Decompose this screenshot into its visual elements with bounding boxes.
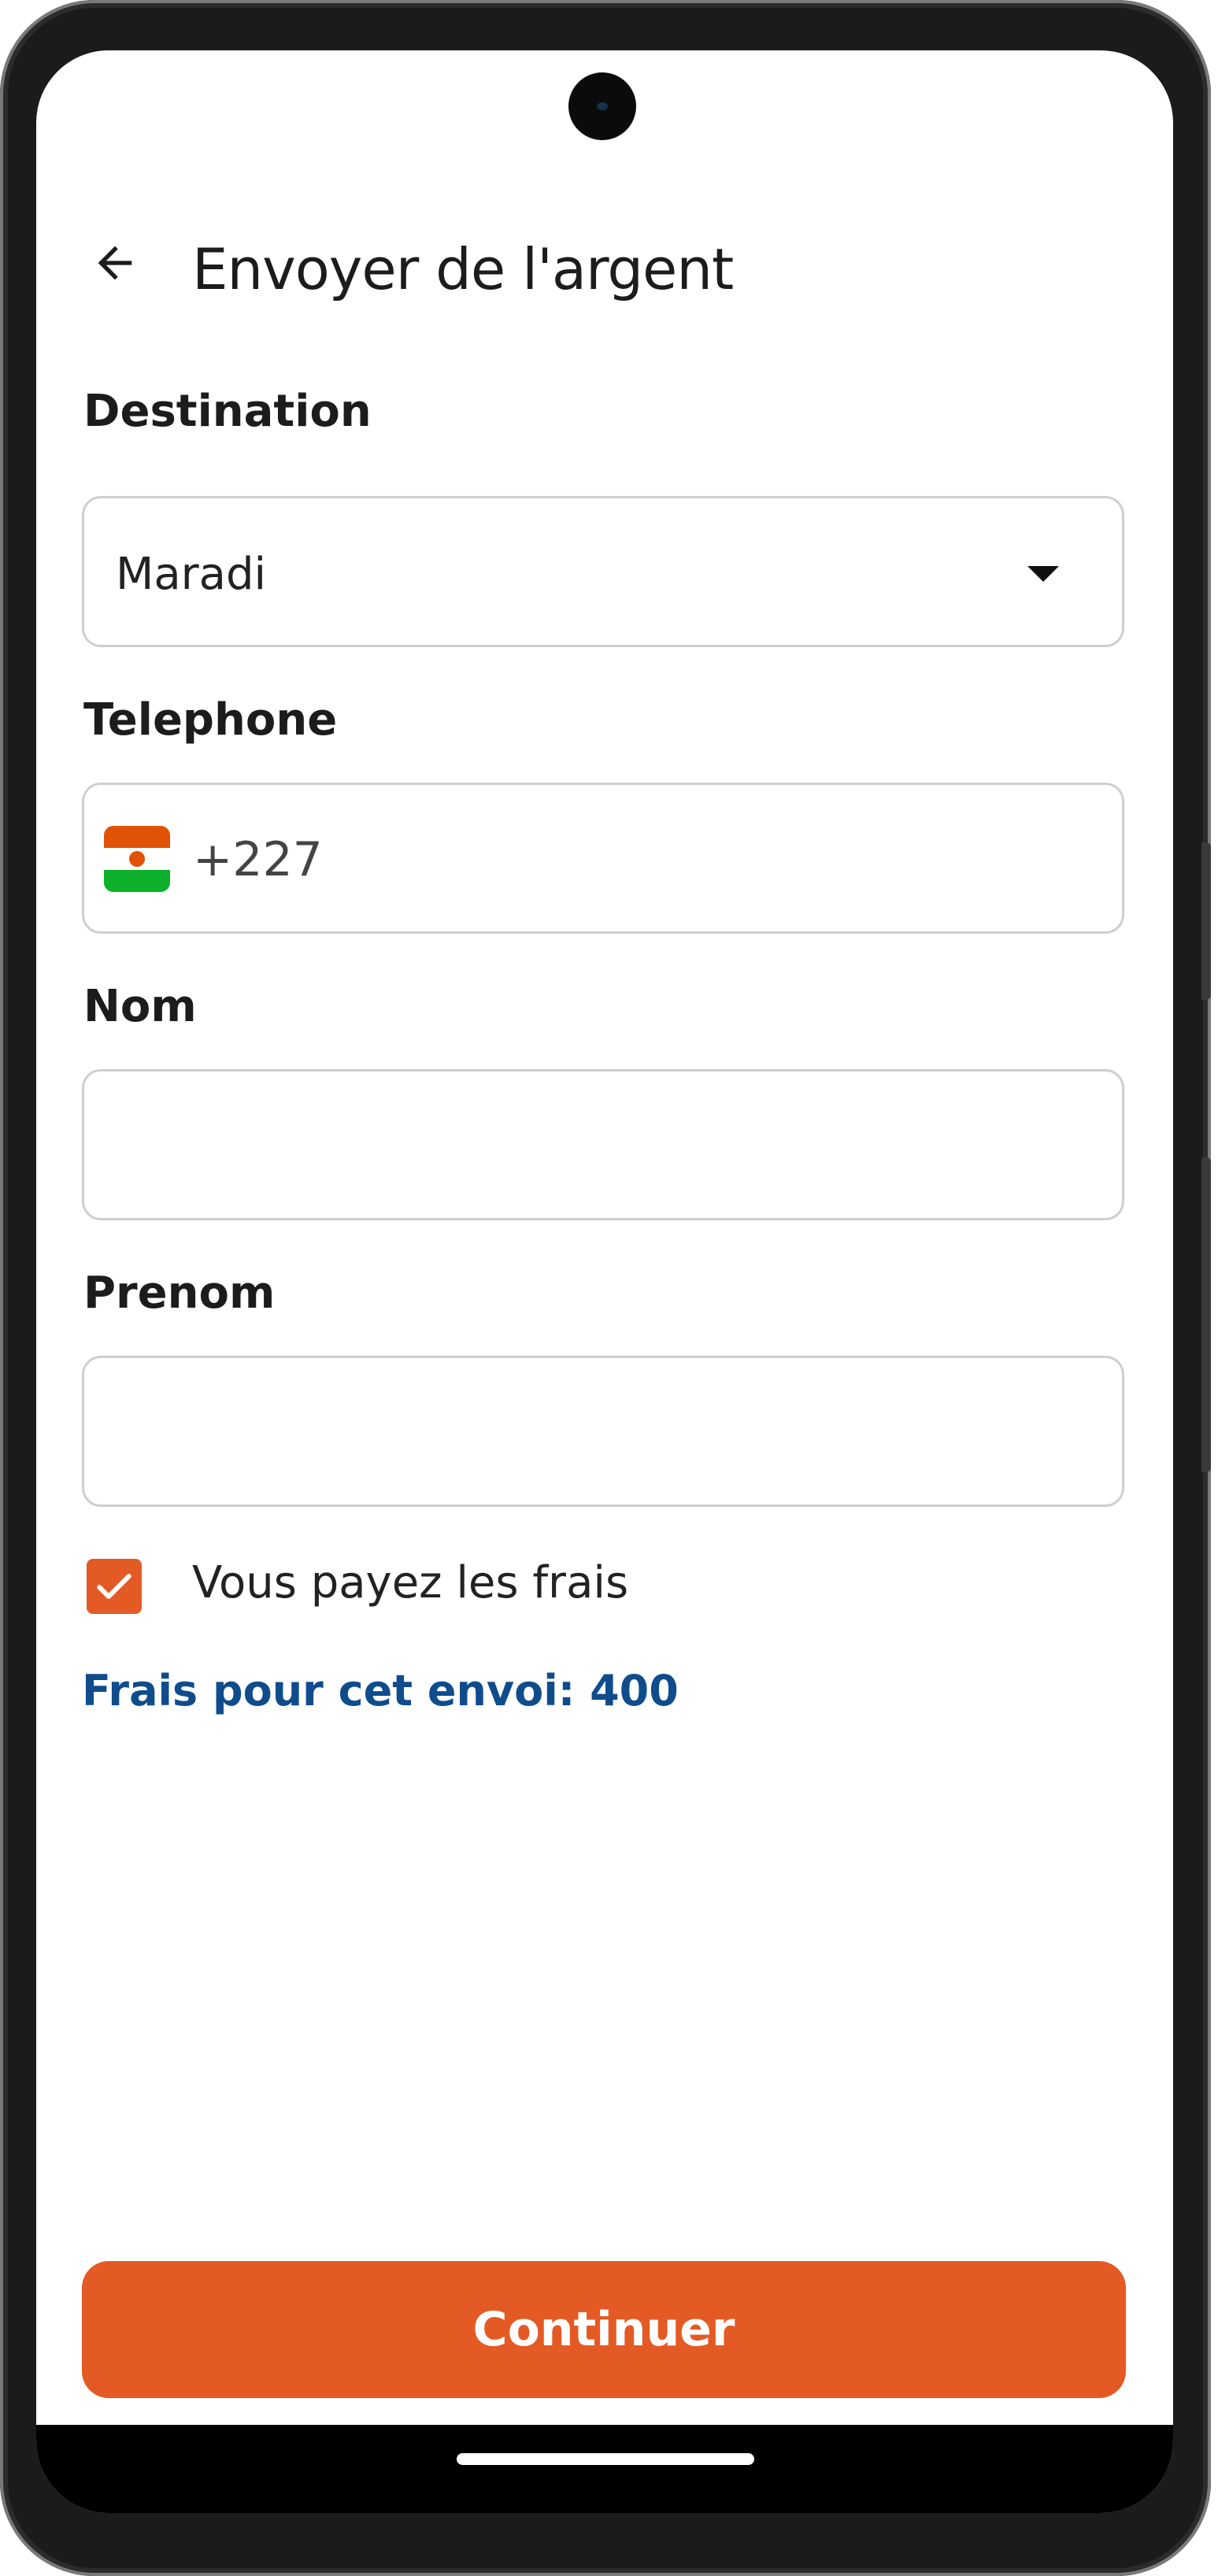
- prenom-input[interactable]: [108, 1390, 1100, 1476]
- back-button[interactable]: [83, 231, 146, 294]
- power-button: [1201, 1157, 1211, 1472]
- nom-field[interactable]: [82, 1069, 1124, 1220]
- continue-button[interactable]: Continuer: [82, 2261, 1126, 2398]
- front-camera: [568, 72, 636, 140]
- home-gesture-handle[interactable]: [457, 2453, 754, 2465]
- pay-fees-label[interactable]: Vous payez les frais: [192, 1557, 628, 1608]
- prenom-label: Prenom: [83, 1268, 276, 1319]
- fees-info: Frais pour cet envoi: 400: [82, 1666, 679, 1715]
- telephone-input[interactable]: [193, 816, 1098, 903]
- checkmark-icon: [97, 1574, 131, 1599]
- phone-frame: Envoyer de l'argent Destination Maradi T…: [0, 0, 1211, 2576]
- app-bar: Envoyer de l'argent: [36, 216, 1173, 310]
- pay-fees-checkbox[interactable]: [87, 1559, 142, 1614]
- screen: Envoyer de l'argent Destination Maradi T…: [36, 50, 1173, 2513]
- telephone-field[interactable]: [82, 783, 1124, 934]
- volume-button: [1201, 842, 1211, 1000]
- prenom-field[interactable]: [82, 1356, 1124, 1507]
- dropdown-arrow-icon: [1027, 566, 1059, 582]
- telephone-label: Telephone: [83, 694, 338, 746]
- navigation-bar: [36, 2425, 1173, 2513]
- page-title: Envoyer de l'argent: [192, 236, 734, 302]
- destination-label: Destination: [83, 386, 372, 437]
- nom-label: Nom: [83, 981, 197, 1032]
- arrow-left-icon: [98, 246, 132, 280]
- niger-flag-icon[interactable]: [104, 826, 170, 892]
- destination-dropdown[interactable]: Maradi: [82, 496, 1124, 647]
- nom-input[interactable]: [108, 1103, 1100, 1190]
- destination-selected-value: Maradi: [116, 549, 267, 600]
